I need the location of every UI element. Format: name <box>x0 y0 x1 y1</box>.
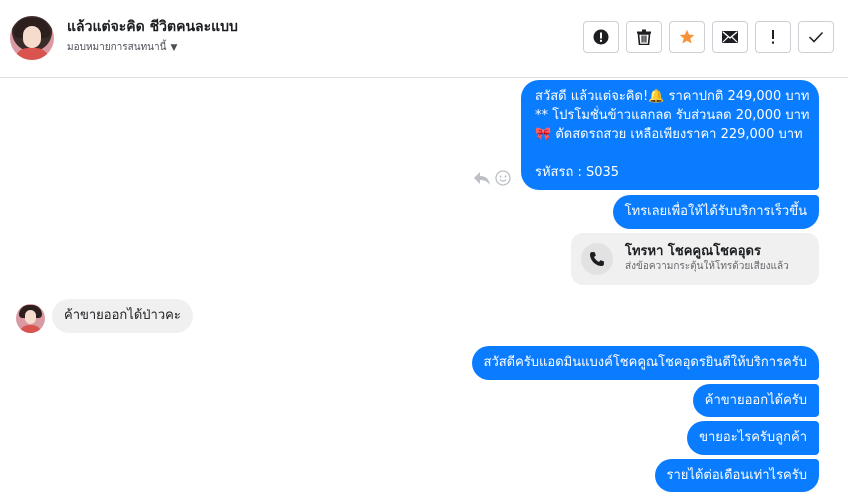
message-actions <box>473 170 511 186</box>
call-card-subtitle: ส่งข้อความกระตุ้นให้โทรด้วยเสียงแล้ว <box>625 261 789 272</box>
contact-name: แล้วแต่จะคิด ชีวิตคนละแบบ <box>67 19 238 35</box>
customer-avatar <box>16 304 45 333</box>
message-bubble-call-prompt[interactable]: โทรเลยเพื่อให้ได้รับบริการเร็วขึ้น <box>612 195 819 229</box>
check-icon <box>808 31 824 43</box>
spam-button[interactable] <box>755 21 791 53</box>
call-card-title: โทรหา โชคคูณโชคอุดร <box>625 244 761 259</box>
react-emoji-icon[interactable] <box>495 170 511 186</box>
call-button-card[interactable]: โทรหา โชคคูณโชคอุดร ส่งข้อความกระตุ้นให้… <box>571 233 819 285</box>
assign-conversation-dropdown[interactable]: มอบหมายการสนทนานี้ ▼ <box>67 40 177 55</box>
conversation-header: แล้วแต่จะคิด ชีวิตคนละแบบ มอบหมายการสนทน… <box>0 0 848 78</box>
message-bubble-reply-4[interactable]: รายได้ต่อเดือนเท่าไรครับ <box>654 459 819 492</box>
star-icon <box>679 29 695 44</box>
caret-down-icon: ▼ <box>170 42 178 53</box>
message-bubble-reply-2[interactable]: ค้าขายออกได้ครับ <box>692 384 819 417</box>
contact-avatar[interactable] <box>10 16 54 60</box>
report-button[interactable] <box>583 21 619 53</box>
message-bubble-reply-1[interactable]: สวัสดีครับแอดมินแบงค์โชคคูณโชคอุดรยินดีใ… <box>471 346 819 380</box>
mark-unread-button[interactable] <box>712 21 748 53</box>
conversation-toolbar <box>583 21 834 53</box>
exclamation-icon <box>772 30 774 44</box>
assign-label: มอบหมายการสนทนานี้ <box>67 42 167 53</box>
reply-icon[interactable] <box>473 170 491 186</box>
star-button[interactable] <box>669 21 705 53</box>
trash-icon <box>637 29 651 45</box>
delete-button[interactable] <box>626 21 662 53</box>
message-bubble-promo[interactable]: สวัสดี แล้วแต่จะคิด!🔔 ราคาปกติ 249,000 บ… <box>521 80 819 190</box>
phone-icon <box>581 243 613 275</box>
mail-icon <box>722 31 738 43</box>
message-bubble-reply-3[interactable]: ขายอะไรครับลูกค้า <box>687 421 819 455</box>
message-bubble-customer[interactable]: ค้าขายออกได้ป่าวคะ <box>52 299 193 333</box>
alert-circle-icon <box>593 29 609 45</box>
mark-done-button[interactable] <box>798 21 834 53</box>
